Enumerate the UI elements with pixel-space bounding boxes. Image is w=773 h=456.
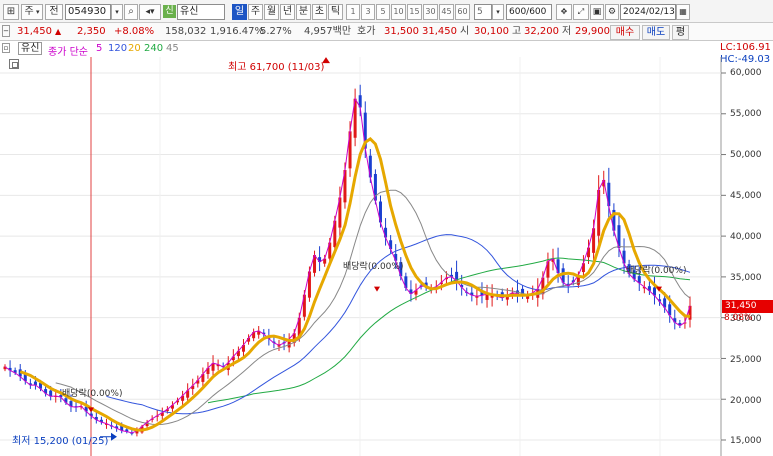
y-tick-40000: 40,000 [730, 232, 762, 242]
period-tab-week[interactable]: 주 [248, 4, 263, 20]
legend-ma-45: 45 [166, 43, 179, 54]
unit-input[interactable]: 5 [474, 4, 492, 20]
search-icon[interactable]: ⌕ [124, 4, 138, 20]
current-price: 31,450 [17, 26, 52, 37]
low-price: 29,900 [575, 26, 610, 37]
y-tick-50000: 50,000 [730, 150, 762, 160]
legend-stock-name[interactable]: 유신 [18, 42, 43, 55]
calendar-icon[interactable]: ▦ [676, 4, 690, 20]
price-change: 2,350 [77, 26, 106, 37]
stock-code-input[interactable]: 054930 [65, 4, 111, 20]
unit-chevron-down-icon[interactable]: ▾ [492, 4, 504, 20]
chevron-down-icon[interactable]: ▾ [111, 4, 123, 20]
y-tick-55000: 55,000 [730, 109, 762, 119]
tick-15-button[interactable]: 15 [407, 4, 422, 20]
high-annotation: 최고 61,700 (11/03) [228, 62, 325, 73]
ask-price-2: 31,450 [422, 26, 457, 37]
stock-name-field[interactable]: 유신 [177, 4, 225, 20]
dividend-annotation-1: 배당락(0.00%) [62, 389, 123, 399]
stock-type-badge: 신 [163, 5, 176, 18]
y-tick-20000: 20,000 [730, 396, 762, 406]
tick-30-button[interactable]: 30 [423, 4, 438, 20]
date-input[interactable]: 2024/02/13 [620, 4, 676, 20]
up-triangle-icon: ▲ [55, 27, 62, 36]
tick-60-button[interactable]: 60 [455, 4, 470, 20]
period-tab-tick[interactable]: 틱 [328, 4, 343, 20]
chart-toolbar: ⊞ 주 ▾ 전 054930 ▾ ⌕ ◂▾ 신 유신 일 주 월 년 분 초 틱… [0, 0, 773, 23]
low-annotation: 최저 15,200 (01/25) [12, 436, 109, 447]
tick-3-button[interactable]: 3 [361, 4, 375, 20]
tick-45-button[interactable]: 45 [439, 4, 454, 20]
lc-value: LC:106.91 [720, 42, 771, 53]
legend-bar: ▫ 유신 종가 단순 5 120 20 240 45 LC:106.91 [0, 41, 773, 58]
period-tab-minute[interactable]: 분 [296, 4, 311, 20]
legend-ma-20: 20 [128, 43, 141, 54]
collapse-icon[interactable]: − [2, 25, 10, 37]
save-icon[interactable]: ▣ [590, 4, 604, 20]
tick-10-button[interactable]: 10 [391, 4, 406, 20]
gear-icon[interactable]: ⚙ [605, 4, 619, 20]
speaker-icon[interactable]: ◂▾ [139, 4, 161, 20]
period-tab-month[interactable]: 월 [264, 4, 279, 20]
open-label: 시 [460, 26, 470, 37]
y-tick-15000: 15,000 [730, 436, 762, 446]
period-tab-second[interactable]: 초 [312, 4, 327, 20]
turnover-percent: 1,916.47% [210, 26, 265, 37]
period-tab-year[interactable]: 년 [280, 4, 295, 20]
dividend-annotation-2: 배당락(0.00%) [343, 262, 404, 272]
trade-amount: 4,957백만 [304, 26, 352, 37]
market-button[interactable]: 전 [45, 4, 63, 20]
chart-menu-icon[interactable]: ⊞ [3, 4, 19, 20]
y-tick-35000: 35,000 [730, 273, 762, 283]
line-tool-icon[interactable]: ⤢ [573, 4, 589, 20]
current-pct-marker: 8.08% [724, 313, 753, 323]
y-tick-60000: 60,000 [730, 68, 762, 78]
ma-240-line [207, 257, 691, 404]
legend-ma-title: 종가 단순 [48, 47, 88, 58]
volume: 158,032 [165, 26, 207, 37]
y-tick-45000: 45,000 [730, 191, 762, 201]
legend-ma-120: 120 [108, 43, 128, 54]
current-price-marker: 31,450 [722, 300, 773, 313]
dividend-annotation-3: 배당락(0.00%) [626, 266, 687, 276]
tick-1-button[interactable]: 1 [346, 4, 360, 20]
ma-45-line [55, 189, 691, 426]
ask-price-1: 31,500 [384, 26, 419, 37]
legend-ma-5: 5 [96, 43, 103, 54]
crosshair-icon[interactable]: ✥ [556, 4, 572, 20]
dividend-marker-icon [374, 286, 380, 292]
period-tab-day[interactable]: 일 [232, 4, 247, 20]
ratio-percent: 5.27% [260, 26, 292, 37]
low-label: 저 [562, 26, 572, 37]
open-price: 30,100 [474, 26, 509, 37]
ask-label: 호가 [357, 26, 376, 37]
market-select[interactable]: 주 ▾ [21, 4, 43, 20]
buy-button[interactable]: 매수 [610, 25, 640, 40]
legend-collapse-icon[interactable]: ▫ [2, 43, 10, 53]
eval-button[interactable]: 평 [672, 25, 689, 40]
market-select-label: 주 [24, 6, 34, 17]
legend-ma-240: 240 [144, 43, 164, 54]
tick-5-button[interactable]: 5 [376, 4, 390, 20]
high-price: 32,200 [524, 26, 559, 37]
sell-button[interactable]: 매도 [642, 25, 670, 40]
y-tick-25000: 25,000 [730, 355, 762, 365]
count-input[interactable]: 600/600 [506, 4, 552, 20]
high-label: 고 [512, 26, 522, 37]
change-percent: +8.08% [114, 26, 155, 37]
